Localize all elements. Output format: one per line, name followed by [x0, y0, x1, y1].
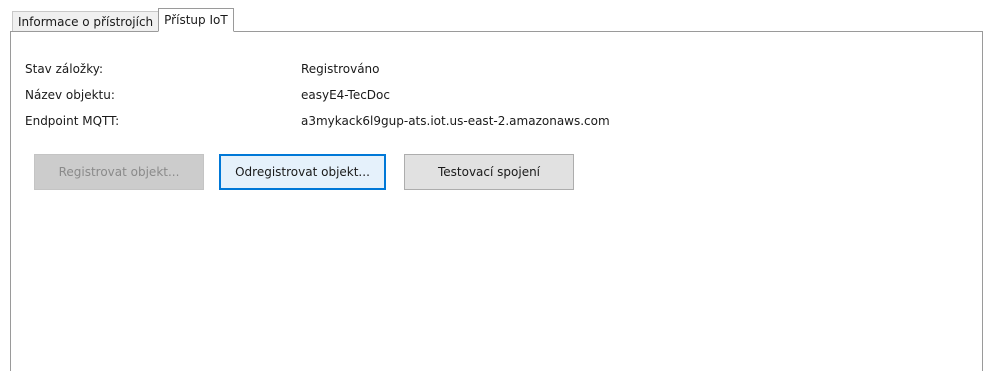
endpoint-value: a3mykack6l9gup-ats.iot.us-east-2.amazona… — [301, 114, 610, 128]
tab-panel-iot-access: Stav záložky: Registrováno Název objektu… — [10, 31, 983, 371]
iot-access-dialog: Informace o přístrojích Přístup IoT Stav… — [0, 0, 993, 371]
object-name-value: easyE4-TecDoc — [301, 88, 390, 102]
unregister-object-button[interactable]: Odregistrovat objekt... — [219, 154, 386, 190]
status-label: Stav záložky: — [25, 62, 104, 76]
object-name-row: Název objektu: easyE4-TecDoc — [25, 88, 390, 104]
test-connection-button[interactable]: Testovací spojení — [404, 154, 574, 190]
status-value: Registrováno — [301, 62, 380, 76]
status-row: Stav záložky: Registrováno — [25, 62, 380, 78]
tab-iot-access[interactable]: Přístup IoT — [158, 8, 234, 32]
tab-strip: Informace o přístrojích Přístup IoT — [12, 8, 234, 32]
object-name-label: Název objektu: — [25, 88, 115, 102]
tab-device-information[interactable]: Informace o přístrojích — [12, 11, 160, 32]
endpoint-row: Endpoint MQTT: a3mykack6l9gup-ats.iot.us… — [25, 114, 610, 130]
endpoint-label: Endpoint MQTT: — [25, 114, 120, 128]
register-object-button[interactable]: Registrovat objekt... — [34, 154, 204, 190]
